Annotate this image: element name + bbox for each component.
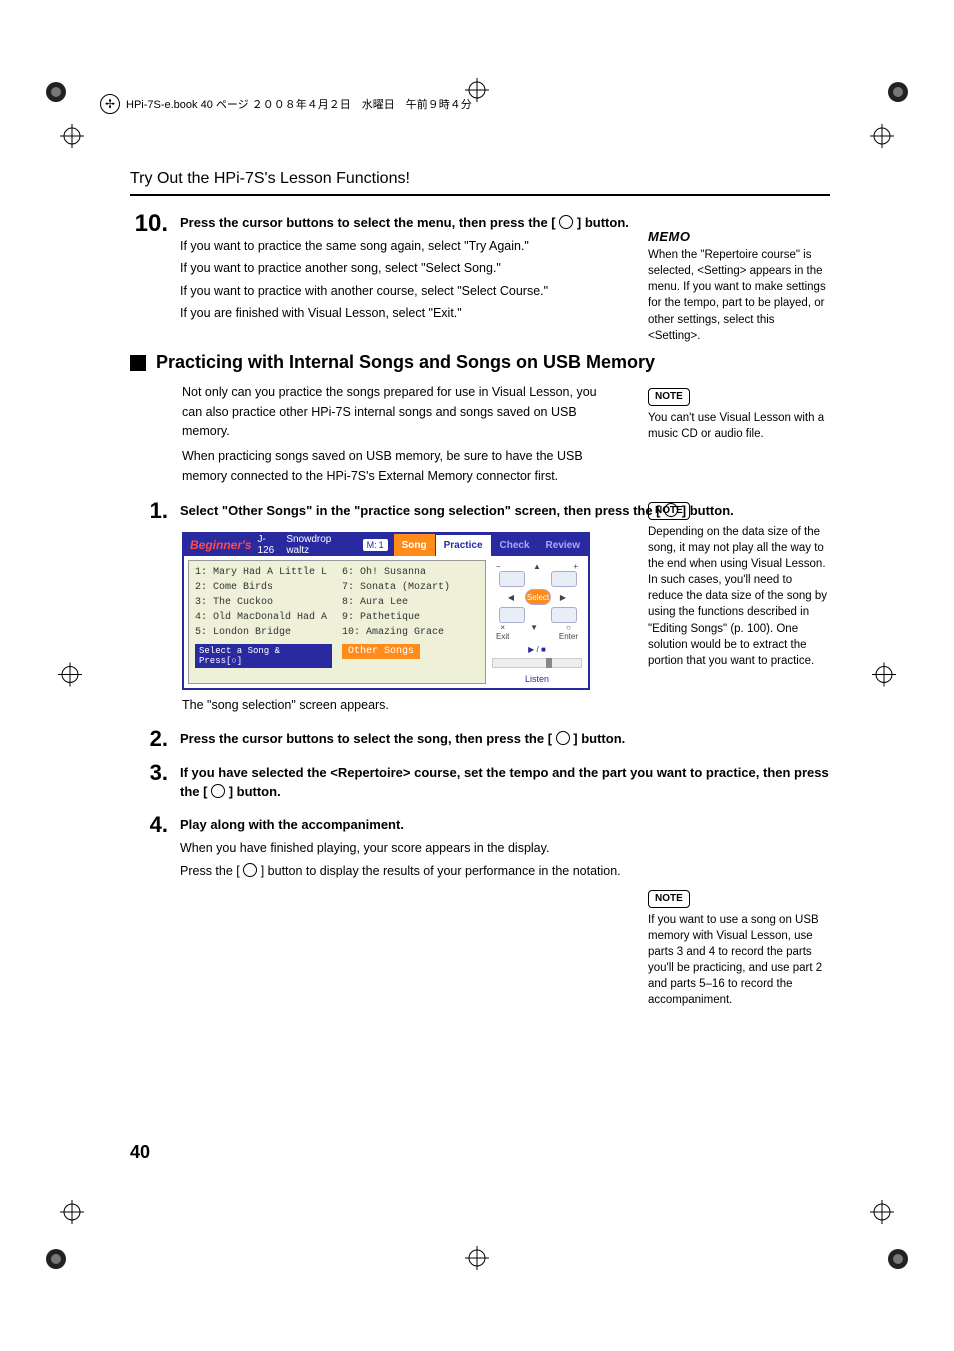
song-list: 1: Mary Had A Little L 2: Come Birds 3: … xyxy=(188,560,486,684)
step-number: 3. xyxy=(130,762,168,784)
nav-down-button[interactable] xyxy=(499,607,525,623)
song-id: J-126 xyxy=(258,534,281,556)
measure-indicator: M: 1 xyxy=(363,539,388,551)
registration-mark-icon xyxy=(870,1200,894,1227)
subsection-title: Practicing with Internal Songs and Songs… xyxy=(156,352,655,373)
o-icon: ○ xyxy=(566,623,571,632)
tab-practice[interactable]: Practice xyxy=(435,534,492,556)
listen-label: Listen xyxy=(492,674,582,684)
memo-box: MEMO When the "Repertoire course" is sel… xyxy=(648,228,828,344)
memo-text: When the "Repertoire course" is selected… xyxy=(648,247,828,344)
note-label: NOTE xyxy=(648,388,690,406)
nav-up-button[interactable] xyxy=(551,571,577,587)
intro-line: Not only can you practice the songs prep… xyxy=(182,383,610,441)
plus-label: + xyxy=(573,562,578,571)
note-box: NOTE Depending on the data size of the s… xyxy=(648,502,828,669)
note-box: NOTE If you want to use a song on USB me… xyxy=(648,890,828,1009)
step-title-text: ] button. xyxy=(573,731,625,746)
exit-label: Exit xyxy=(496,632,509,641)
step-title: Play along with the accompaniment. xyxy=(180,816,830,835)
step-title: If you have selected the <Repertoire> co… xyxy=(180,764,830,802)
step-number: 2. xyxy=(130,728,168,750)
registration-mark-icon xyxy=(870,124,894,151)
list-item[interactable]: 7: Sonata (Mozart) xyxy=(342,580,479,595)
section-title: Try Out the HPi-7S's Lesson Functions! xyxy=(130,170,830,188)
crop-mark-icon xyxy=(870,1231,910,1271)
note-text: If you want to use a song on USB memory … xyxy=(648,912,828,1009)
play-stop-label: ▶ / ■ xyxy=(492,645,582,654)
intro-line: When practicing songs saved on USB memor… xyxy=(182,447,610,486)
song-name: Snowdrop waltz xyxy=(286,534,350,556)
step-number: 4. xyxy=(130,814,168,836)
list-item[interactable]: 8: Aura Lee xyxy=(342,595,479,610)
list-item[interactable]: 4: Old MacDonald Had A xyxy=(195,610,332,625)
step-title-text: ] button. xyxy=(229,784,281,799)
circle-button-icon xyxy=(243,863,257,877)
crop-mark-icon xyxy=(44,80,84,120)
memo-label: MEMO xyxy=(648,228,690,247)
step-title-text: ] button. xyxy=(577,215,629,230)
step-number: 1. xyxy=(130,500,168,522)
nav-down-button[interactable] xyxy=(551,607,577,623)
tab-check[interactable]: Check xyxy=(492,534,538,556)
note-label: NOTE xyxy=(648,890,690,908)
note-text: Depending on the data size of the song, … xyxy=(648,524,828,669)
tab-song[interactable]: Song xyxy=(394,534,435,556)
step-body: When you have finished playing, your sco… xyxy=(180,839,830,882)
nav-up-button[interactable] xyxy=(499,571,525,587)
crosshair-icon: ✢ xyxy=(100,94,120,114)
list-item[interactable]: 3: The Cuckoo xyxy=(195,595,332,610)
book-header: ✢ HPi-7S-e.book 40 ページ ２００８年４月２日 水曜日 午前９… xyxy=(100,94,472,114)
registration-mark-icon xyxy=(60,124,84,151)
circle-button-icon xyxy=(211,784,225,798)
registration-mark-icon xyxy=(465,1246,489,1273)
circle-button-icon xyxy=(556,731,570,745)
step-title-text: Press the cursor buttons to select the s… xyxy=(180,731,552,746)
registration-mark-icon xyxy=(60,1200,84,1227)
list-item[interactable]: 2: Come Birds xyxy=(195,580,332,595)
registration-mark-icon xyxy=(872,662,896,689)
nav-pad: −▲+ ◀Select▶ ×Exit ▼ ○Enter ▶ / ■ Listen xyxy=(490,556,588,688)
minus-label: − xyxy=(496,562,501,571)
figure-header: Beginner's J-126 Snowdrop waltz M: 1 xyxy=(184,534,394,556)
course-level: Beginner's xyxy=(190,538,252,552)
note-text: You can't use Visual Lesson with a music… xyxy=(648,410,828,442)
list-item[interactable]: 6: Oh! Susanna xyxy=(342,565,479,580)
select-button[interactable]: Select xyxy=(525,589,551,605)
page-number: 40 xyxy=(130,1142,150,1163)
progress-bar[interactable] xyxy=(492,658,582,668)
x-icon: × xyxy=(500,623,505,632)
circle-button-icon xyxy=(559,215,573,229)
crop-mark-icon xyxy=(870,80,910,120)
registration-mark-icon xyxy=(58,662,82,689)
other-songs-button[interactable]: Other Songs xyxy=(342,644,420,659)
list-item[interactable]: 9: Pathetique xyxy=(342,610,479,625)
step-line: Press the [ ] button to display the resu… xyxy=(180,862,830,881)
step-title-text: Press the cursor buttons to select the m… xyxy=(180,215,556,230)
list-item[interactable]: 1: Mary Had A Little L xyxy=(195,565,332,580)
screen-figure: Beginner's J-126 Snowdrop waltz M: 1 Son… xyxy=(182,532,590,690)
note-label: NOTE xyxy=(648,502,690,520)
crop-mark-icon xyxy=(44,1231,84,1271)
section-rule xyxy=(130,194,830,196)
list-item[interactable]: 10: Amazing Grace xyxy=(342,625,479,640)
step-title-text: Select "Other Songs" in the "practice so… xyxy=(180,503,661,518)
figure-caption: The "song selection" screen appears. xyxy=(182,698,830,712)
tab-review[interactable]: Review xyxy=(538,534,588,556)
step-number: 10. xyxy=(130,212,168,236)
step-line: When you have finished playing, your sco… xyxy=(180,839,830,858)
select-prompt: Select a Song & Press[○] xyxy=(195,644,332,668)
note-box: NOTE You can't use Visual Lesson with a … xyxy=(648,388,828,442)
intro-paragraph: Not only can you practice the songs prep… xyxy=(182,383,610,486)
file-info-text: HPi-7S-e.book 40 ページ ２００８年４月２日 水曜日 午前９時４… xyxy=(126,96,472,112)
step-title: Press the cursor buttons to select the s… xyxy=(180,730,830,749)
square-bullet-icon xyxy=(130,355,146,371)
list-item[interactable]: 5: London Bridge xyxy=(195,625,332,640)
enter-label: Enter xyxy=(559,632,578,641)
